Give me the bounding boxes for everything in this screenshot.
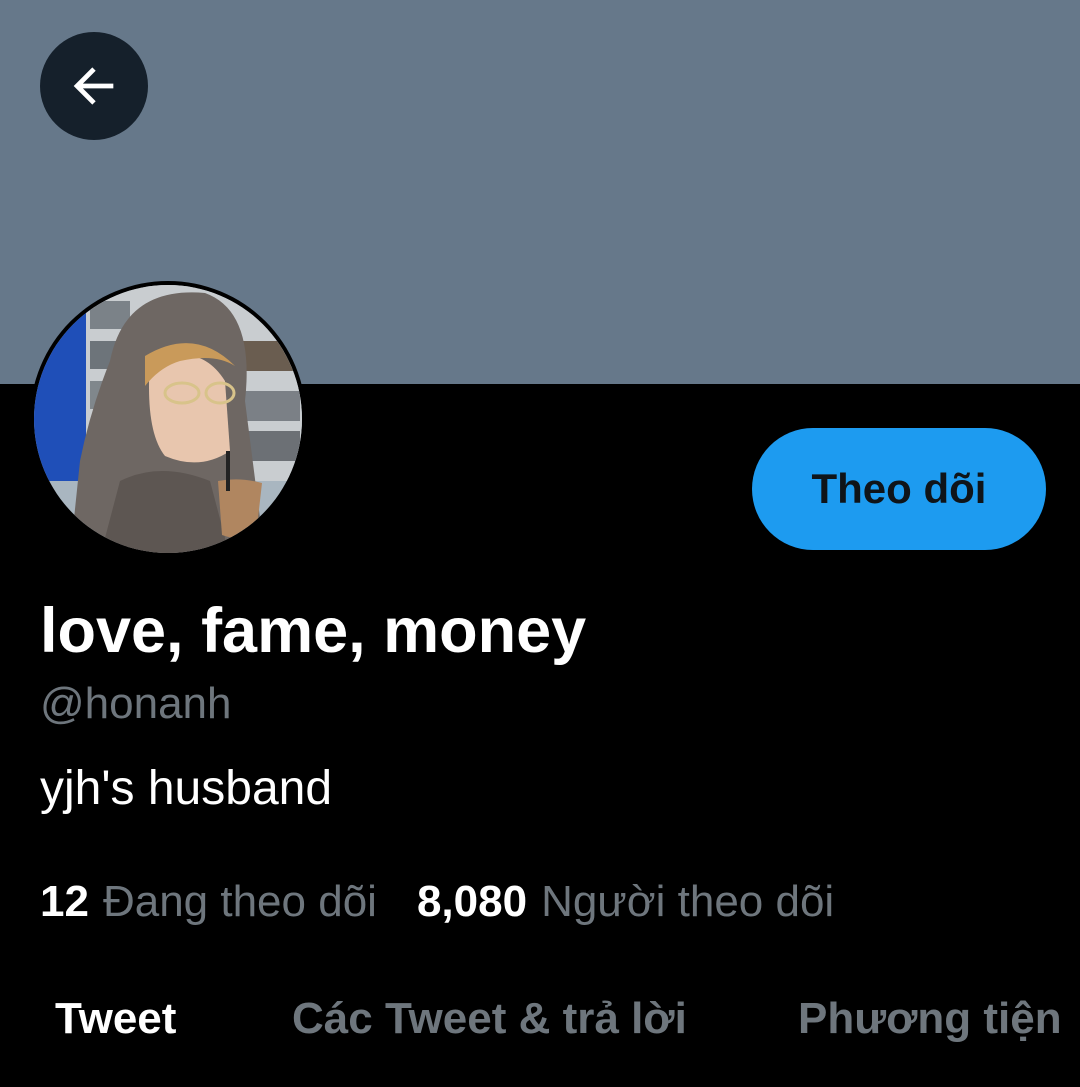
- following-link[interactable]: 12 Đang theo dõi: [40, 876, 377, 928]
- following-label: Đang theo dõi: [102, 877, 377, 926]
- arrow-left-icon: [73, 67, 114, 105]
- user-handle: @honanh: [40, 679, 232, 728]
- avatar[interactable]: [30, 281, 306, 557]
- followers-label: Người theo dõi: [541, 877, 835, 926]
- avatar-image: [34, 285, 302, 553]
- follow-button[interactable]: Theo dõi: [752, 428, 1046, 550]
- profile-tabs: Tweet Các Tweet & trả lời Phương tiện: [0, 990, 1080, 1050]
- followers-count: 8,080: [416, 877, 528, 926]
- back-button[interactable]: [40, 32, 148, 140]
- tab-media[interactable]: Phương tiện: [798, 990, 1062, 1048]
- tab-tweets[interactable]: Tweet: [55, 990, 176, 1048]
- profile-bio: yjh's husband: [40, 762, 333, 815]
- tab-tweets-and-replies[interactable]: Các Tweet & trả lời: [292, 990, 687, 1048]
- followers-link[interactable]: 8,080 Người theo dõi: [417, 876, 834, 928]
- following-count: 12: [40, 877, 89, 926]
- profile-stats: 12 Đang theo dõi 8,080 Người theo dõi: [40, 876, 834, 928]
- display-name: love, fame, money: [40, 596, 587, 666]
